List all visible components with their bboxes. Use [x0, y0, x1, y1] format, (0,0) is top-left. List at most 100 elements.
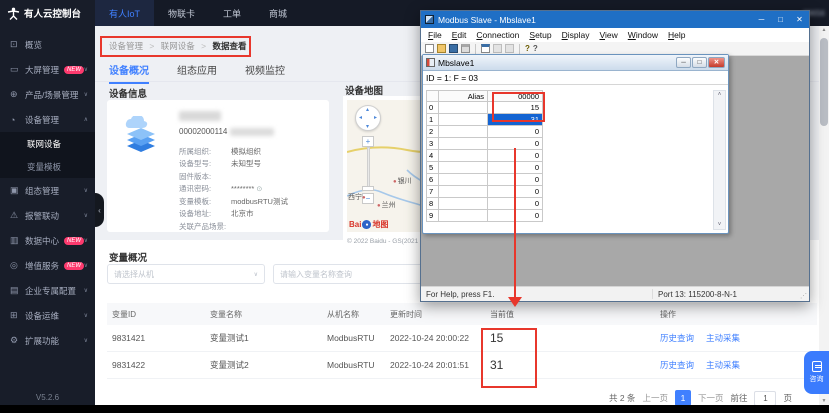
sidebar-item-networked-devices[interactable]: 联网设备 — [0, 132, 95, 155]
new-file-icon[interactable] — [425, 44, 434, 53]
scroll-down-icon[interactable]: ▼ — [819, 398, 829, 404]
sidebar-item-value-added[interactable]: ◎增值服务NEW∨ — [0, 253, 95, 278]
sidebar: 有人云控制台 ⊡概览 ▭大屏管理NEW∨ ⊕产品/场景管理∨ ◔设备管理∧ 联网… — [0, 0, 95, 405]
menu-setup[interactable]: Setup — [524, 30, 556, 40]
alias-cell[interactable] — [439, 210, 488, 222]
grid-row: 015 — [426, 102, 543, 114]
map-pan-control[interactable]: ▴ ▾ ◂ ▸ — [355, 105, 381, 131]
scroll-down-icon[interactable]: ˅ — [714, 222, 725, 228]
scroll-up-icon[interactable]: ▲ — [819, 27, 829, 33]
topnav-tab-iot-card[interactable]: 物联卡 — [154, 0, 209, 26]
sidebar-item-alarm-linkage[interactable]: ⚠报警联动∨ — [0, 203, 95, 228]
pan-right-icon[interactable]: ▸ — [374, 114, 377, 121]
sidebar-item-enterprise-config[interactable]: ▤企业专属配置∨ — [0, 278, 95, 303]
alias-cell[interactable] — [439, 102, 488, 114]
print-icon[interactable] — [461, 44, 470, 53]
value-cell[interactable]: 0 — [488, 150, 543, 162]
map-zoom-track[interactable] — [367, 147, 370, 189]
value-cell[interactable]: 0 — [488, 138, 543, 150]
alias-cell[interactable] — [439, 186, 488, 198]
value-cell[interactable]: 0 — [488, 198, 543, 210]
next-page-button[interactable]: 下一页 — [698, 392, 724, 404]
menu-connection[interactable]: Connection — [471, 30, 524, 40]
goto-page-input[interactable] — [754, 391, 776, 406]
sidebar-item-device-ops[interactable]: ⊞设备运维∨ — [0, 303, 95, 328]
page-1-button[interactable]: 1 — [675, 390, 691, 406]
sidebar-collapse-handle[interactable]: ‹ — [95, 193, 104, 227]
menu-help[interactable]: Help — [663, 30, 690, 40]
menu-edit[interactable]: Edit — [447, 30, 472, 40]
value-cell[interactable]: 0 — [488, 186, 543, 198]
minimize-icon[interactable]: ─ — [676, 57, 691, 68]
value-cell[interactable]: 0 — [488, 162, 543, 174]
scrollbar-thumb[interactable] — [820, 38, 828, 126]
pan-left-icon[interactable]: ◂ — [359, 114, 362, 121]
value-cell[interactable]: 0 — [488, 174, 543, 186]
slave-filter-select[interactable]: 请选择从机 ∨ — [107, 264, 265, 284]
menu-window[interactable]: Window — [623, 30, 663, 40]
alias-cell[interactable] — [439, 126, 488, 138]
close-icon[interactable]: ✕ — [708, 57, 725, 68]
sidebar-item-device-mgmt[interactable]: ◔设备管理∧ — [0, 107, 95, 132]
sidebar-item-variable-template[interactable]: 变量模板 — [0, 155, 95, 178]
topnav-tab-mall[interactable]: 商城 — [255, 0, 301, 26]
minimize-icon[interactable]: ─ — [752, 15, 771, 24]
breadcrumb-data-view: 数据查看 — [212, 41, 246, 51]
open-file-icon[interactable] — [437, 44, 446, 53]
maximize-icon[interactable]: □ — [771, 15, 790, 24]
save-icon[interactable] — [449, 44, 458, 53]
context-help-icon[interactable]: ? — [533, 44, 538, 53]
close-icon[interactable]: ✕ — [790, 15, 809, 24]
pan-down-icon[interactable]: ▾ — [366, 123, 369, 130]
document-titlebar[interactable]: Mbslave1 ─ □ ✕ — [423, 55, 728, 71]
sidebar-item-config-mgmt[interactable]: ▣组态管理∨ — [0, 178, 95, 203]
alias-cell[interactable] — [439, 198, 488, 210]
sidebar-item-bigscreen[interactable]: ▭大屏管理NEW∨ — [0, 57, 95, 82]
breadcrumb-networked-devices[interactable]: 联网设备 — [161, 41, 195, 51]
active-collect-link[interactable]: 主动采集 — [706, 333, 740, 343]
maximize-icon[interactable]: □ — [692, 57, 707, 68]
grid-scrollbar[interactable]: ˄ ˅ — [713, 90, 726, 230]
value-cell[interactable]: 15 — [488, 102, 543, 114]
new-window-icon[interactable] — [481, 44, 490, 53]
prev-page-button[interactable]: 上一页 — [642, 392, 668, 404]
sidebar-item-product-scene[interactable]: ⊕产品/场景管理∨ — [0, 82, 95, 107]
scroll-up-icon[interactable]: ˄ — [714, 92, 725, 98]
history-query-link[interactable]: 历史查询 — [660, 360, 694, 370]
eye-icon[interactable]: ⊙ — [256, 185, 262, 193]
active-collect-link[interactable]: 主动采集 — [706, 360, 740, 370]
usr-person-icon — [7, 7, 20, 20]
sidebar-item-data-center[interactable]: ▥数据中心NEW∨ — [0, 228, 95, 253]
pan-up-icon[interactable]: ▴ — [366, 106, 369, 113]
menu-view[interactable]: View — [594, 30, 622, 40]
bottom-black-strip — [0, 405, 829, 413]
value-cell[interactable]: 0 — [488, 210, 543, 222]
value-cell-selected[interactable]: 31 — [488, 114, 543, 126]
topnav-tab-work-order[interactable]: 工单 — [209, 0, 255, 26]
alias-cell[interactable] — [439, 162, 488, 174]
field-label: 设备地址: — [179, 208, 231, 219]
sidebar-item-overview[interactable]: ⊡概览 — [0, 32, 95, 57]
menu-display[interactable]: Display — [557, 30, 595, 40]
value-cell[interactable]: 0 — [488, 126, 543, 138]
modbus-titlebar[interactable]: Modbus Slave - Mbslave1 ─ □ ✕ — [421, 11, 809, 28]
app-logo[interactable]: 有人云控制台 — [0, 0, 95, 26]
variable-search-input[interactable] — [273, 264, 436, 284]
alias-cell[interactable] — [439, 138, 488, 150]
history-query-link[interactable]: 历史查询 — [660, 333, 694, 343]
sidebar-item-extensions[interactable]: ⚙扩展功能∨ — [0, 328, 95, 353]
pagination: 共 2 条 上一页 1 下一页 前往 页 — [609, 390, 792, 406]
alias-cell[interactable] — [439, 114, 488, 126]
breadcrumb-device-mgmt[interactable]: 设备管理 — [109, 41, 143, 51]
topnav-tab-usr-iot[interactable]: 有人IoT — [95, 0, 154, 26]
topnav-tab-label: 有人IoT — [109, 7, 140, 20]
consult-button[interactable]: 咨询 — [804, 351, 829, 394]
map-zoom-in-button[interactable]: + — [362, 136, 374, 147]
alias-cell[interactable] — [439, 174, 488, 186]
about-icon[interactable]: ? — [525, 44, 530, 53]
menu-file[interactable]: File — [423, 30, 447, 40]
resize-grip-icon[interactable]: ⋰ — [800, 292, 807, 300]
map-zoom-handle[interactable] — [362, 186, 374, 191]
page-scrollbar[interactable]: ▲ ▼ — [819, 26, 829, 405]
alias-cell[interactable] — [439, 150, 488, 162]
